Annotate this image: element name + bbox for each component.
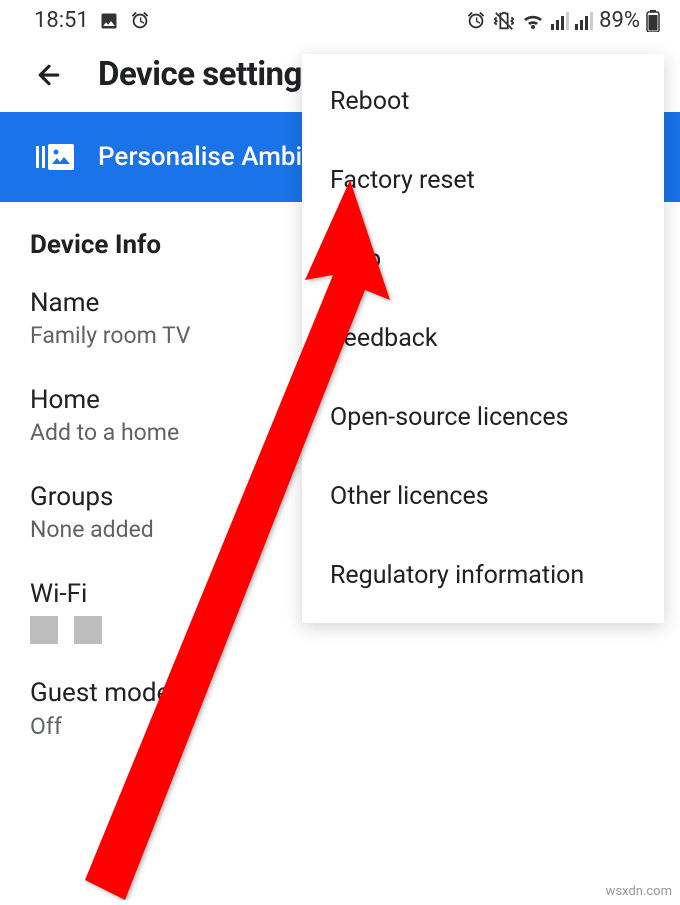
alarm-icon	[465, 10, 487, 32]
status-bar: 18:51 89%	[0, 0, 680, 37]
overflow-menu: Reboot Factory reset Help Feedback Open-…	[302, 54, 664, 623]
signal-icon	[551, 12, 569, 30]
menu-regulatory[interactable]: Regulatory information	[302, 536, 664, 615]
ambient-icon	[36, 142, 74, 172]
row-label: Guest mode	[30, 678, 650, 709]
menu-feedback[interactable]: Feedback	[302, 299, 664, 378]
wifi-icon	[521, 11, 545, 31]
menu-reboot[interactable]: Reboot	[302, 62, 664, 141]
battery-icon	[646, 10, 660, 32]
battery-percent: 89%	[599, 8, 640, 33]
alarm-icon	[129, 10, 151, 32]
status-time: 18:51	[34, 8, 89, 33]
status-right: 89%	[465, 8, 660, 33]
watermark: wsxdn.com	[606, 884, 672, 899]
row-value: Off	[30, 712, 650, 742]
menu-factory-reset[interactable]: Factory reset	[302, 141, 664, 220]
page-title: Device settings	[98, 55, 318, 94]
row-guest-mode[interactable]: Guest mode Off	[0, 656, 680, 753]
image-icon	[99, 11, 119, 31]
menu-other-licences[interactable]: Other licences	[302, 457, 664, 536]
menu-open-source[interactable]: Open-source licences	[302, 378, 664, 457]
menu-help[interactable]: Help	[302, 220, 664, 299]
back-arrow-icon[interactable]	[34, 60, 64, 90]
status-left: 18:51	[34, 8, 151, 33]
signal-icon	[575, 12, 593, 30]
vibrate-muted-icon	[493, 10, 515, 32]
